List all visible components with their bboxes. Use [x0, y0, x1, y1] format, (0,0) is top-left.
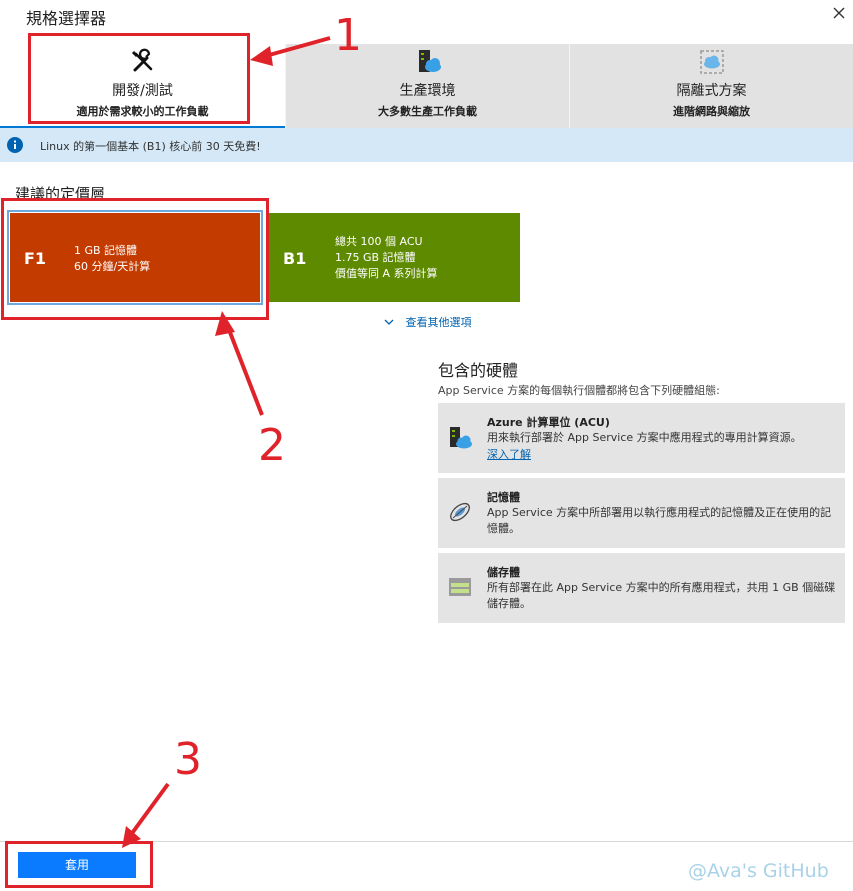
chevron-down-icon — [384, 316, 396, 329]
tier-code: B1 — [283, 249, 307, 268]
info-icon — [7, 137, 23, 153]
tab-isolated[interactable]: 隔離式方案 進階網路與縮放 — [569, 44, 853, 128]
annotation-number-2: 2 — [258, 420, 286, 471]
tier-specs: 總共 100 個 ACU 1.75 GB 記憶體 價值等同 A 系列計算 — [335, 234, 438, 282]
info-banner: Linux 的第一個基本 (B1) 核心前 30 天免費! — [0, 128, 853, 162]
server-cloud-icon — [418, 50, 441, 72]
learn-more-link[interactable]: 深入了解 — [487, 446, 531, 462]
annotation-number-3: 3 — [174, 734, 202, 785]
see-more-options-label: 查看其他選項 — [405, 316, 472, 329]
close-icon[interactable] — [830, 4, 848, 22]
tier-spec-line: 總共 100 個 ACU — [335, 235, 423, 248]
memory-icon — [450, 502, 470, 522]
hardware-item-name: 儲存體 — [487, 566, 520, 579]
hardware-item-desc: App Service 方案中所部署用以執行應用程式的記憶體及正在使用的記憶體。 — [487, 506, 832, 535]
watermark: @Ava's GitHub — [688, 860, 829, 882]
isolated-network-icon — [699, 50, 724, 74]
annotation-box-3 — [5, 841, 153, 888]
hardware-item-desc: 所有部署在此 App Service 方案中的所有應用程式，共用 1 GB 個磁… — [487, 581, 836, 610]
tier-spec-line: 價值等同 A 系列計算 — [335, 267, 438, 280]
info-text: Linux 的第一個基本 (B1) 核心前 30 天免費! — [40, 140, 261, 153]
annotation-box-2 — [1, 198, 269, 320]
hardware-item-storage: 儲存體 所有部署在此 App Service 方案中的所有應用程式，共用 1 G… — [438, 553, 845, 623]
compute-icon — [450, 427, 472, 449]
dialog-title: 規格選擇器 — [26, 9, 107, 28]
hardware-item-memory: 記憶體 App Service 方案中所部署用以執行應用程式的記憶體及正在使用的… — [438, 478, 845, 548]
tab-sublabel: 進階網路與縮放 — [673, 105, 750, 118]
hardware-item-desc: 用來執行部署於 App Service 方案中應用程式的專用計算資源。 — [487, 431, 802, 444]
hardware-item-name: 記憶體 — [487, 491, 520, 504]
hardware-item-acu: Azure 計算單位 (ACU) 用來執行部署於 App Service 方案中… — [438, 403, 845, 473]
tier-card-b1[interactable]: B1 總共 100 個 ACU 1.75 GB 記憶體 價值等同 A 系列計算 — [269, 213, 520, 302]
annotation-number-1: 1 — [334, 10, 362, 61]
tab-label: 生產環境 — [399, 83, 456, 99]
tier-spec-line: 1.75 GB 記憶體 — [335, 251, 416, 264]
tab-label: 隔離式方案 — [676, 83, 747, 99]
annotation-arrow-2 — [215, 311, 264, 416]
see-more-options-link[interactable]: 查看其他選項 — [384, 314, 472, 330]
hardware-title: 包含的硬體 — [438, 361, 519, 380]
annotation-box-1 — [28, 33, 250, 124]
tab-sublabel: 大多數生產工作負載 — [378, 105, 477, 118]
storage-icon — [449, 578, 471, 596]
hardware-subtitle: App Service 方案的每個執行個體都將包含下列硬體組態: — [438, 384, 720, 397]
tab-production[interactable]: 生產環境 大多數生產工作負載 — [285, 44, 569, 128]
hardware-item-name: Azure 計算單位 (ACU) — [487, 416, 610, 429]
annotation-arrow-3 — [122, 782, 170, 848]
